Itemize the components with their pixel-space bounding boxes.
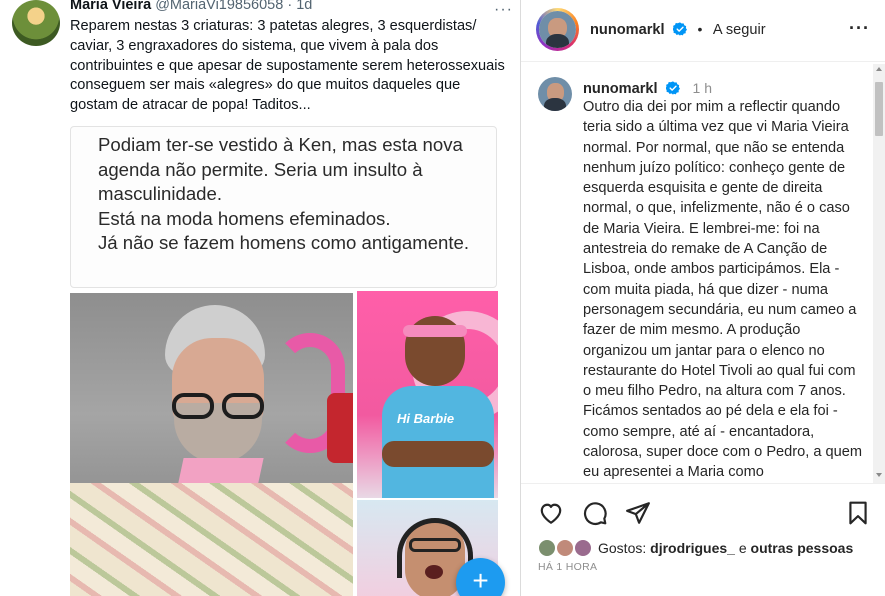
shirt-label: Hi Barbie [397,411,455,426]
liker-avatar[interactable] [555,538,575,558]
verified-badge-icon [673,22,688,36]
caption-user-line: nunomarkl 1 h [583,80,712,98]
scroll-thumb[interactable] [875,82,883,136]
caption-scroll-area[interactable]: nunomarkl 1 h Outro dia dei por mim a re… [521,64,873,483]
header-user-line: nunomarkl • A seguir [590,21,766,39]
caption-username[interactable]: nunomarkl [583,81,658,97]
photo-man-blue-tshirt: Hi Barbie [357,291,498,498]
tweet-author-handle: @MariaVi19856058 [155,0,284,13]
caption-text: Outro dia dei por mim a reflectir quando… [583,99,863,481]
tweet-author-name: Maria Vieira [70,0,152,13]
following-button[interactable]: A seguir [713,22,766,38]
photo-man-gray-hair [70,293,353,596]
heart-icon[interactable] [538,500,564,526]
header-avatar[interactable] [536,8,579,51]
actions-divider [521,483,885,484]
tweet-text: Reparem nestas 3 criaturas: 3 patetas al… [70,18,505,114]
likes-connector: e [734,540,751,556]
comment-icon[interactable] [582,500,608,526]
liker-avatar[interactable] [573,538,593,558]
likes-first-user[interactable]: djrodrigues_ [650,540,735,556]
more-icon[interactable]: ··· [849,18,870,39]
share-icon[interactable] [625,500,651,526]
post-side-panel: nunomarkl • A seguir ··· nunomarkl 1 h O… [521,0,885,596]
caption-scrollbar[interactable] [873,64,885,483]
tweet-image: Maria Vieira @MariaVi19856058 · 1d ··· R… [0,0,520,596]
post-header: nunomarkl • A seguir ··· [521,0,885,62]
likers-avatars[interactable] [537,536,597,560]
verified-badge-icon [666,81,681,95]
post-time-ago[interactable]: HÁ 1 HORA [538,561,597,573]
quoted-post-card: Podiam ter-se vestido à Ken, mas esta no… [70,126,497,288]
tweet-age: 1d [296,0,313,13]
likes-summary: Gostos: djrodrigues_ e outras pessoas [598,540,853,556]
header-dot: • [697,21,703,37]
likes-prefix: Gostos: [598,540,651,556]
bookmark-icon[interactable] [845,500,871,526]
caption-time: 1 h [692,80,712,96]
caption-avatar[interactable] [538,77,572,111]
scroll-up-arrow-icon[interactable] [876,67,882,71]
likes-others-link[interactable]: outras pessoas [751,540,854,556]
liker-avatar[interactable] [537,538,557,558]
tweet-author-avatar [12,0,60,46]
tweet-header: Maria Vieira @MariaVi19856058 · 1d [70,0,312,13]
header-username[interactable]: nunomarkl [590,22,665,38]
scroll-down-arrow-icon[interactable] [876,473,882,477]
tweet-separator: · [287,0,293,13]
quoted-post-text: Podiam ter-se vestido à Ken, mas esta no… [98,134,470,254]
